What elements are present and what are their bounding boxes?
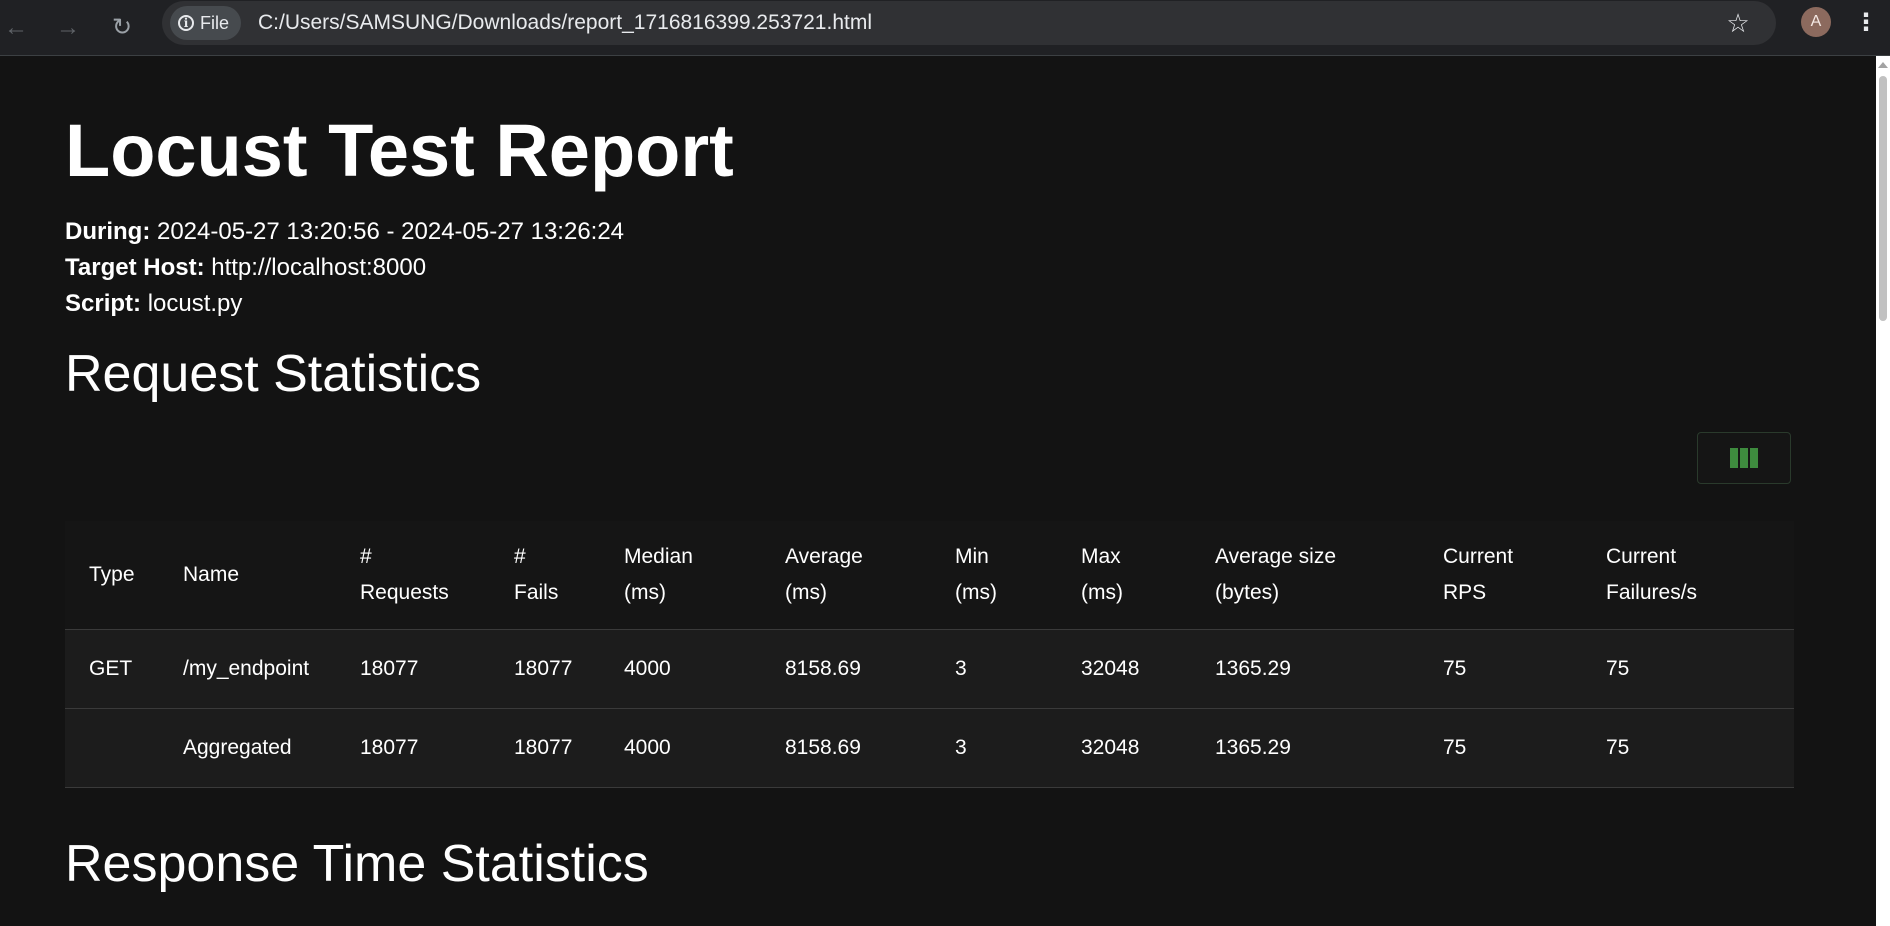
table-cell: 75 <box>1419 629 1582 709</box>
during-label: During: <box>65 218 151 245</box>
browser-toolbar: ← → ↻ i File C:/Users/SAMSUNG/Downloads/… <box>0 0 1890 56</box>
column-header[interactable]: Min (ms) <box>931 521 1057 630</box>
script-label: Script: <box>65 290 142 317</box>
column-header[interactable]: Average size (bytes) <box>1191 521 1419 630</box>
column-header-text: Fails <box>514 580 559 604</box>
page-scrollbar[interactable] <box>1876 56 1890 926</box>
profile-avatar[interactable]: A <box>1801 7 1831 37</box>
during-line: During: 2024-05-27 13:20:56 - 2024-05-27… <box>65 214 624 250</box>
column-header-text: Current <box>1443 544 1514 568</box>
column-header[interactable]: Median (ms) <box>600 521 761 630</box>
table-header-row: Type Name # Requests # Fails Median (ms) Average… <box>65 521 1794 630</box>
table-cell: 75 <box>1582 629 1794 709</box>
target-host-line: Target Host: http://localhost:8000 <box>65 250 624 286</box>
table-cell: 32048 <box>1057 629 1191 709</box>
table-cell: 8158.69 <box>761 708 931 788</box>
column-header-text: Failures/s <box>1606 580 1698 604</box>
page-title: Locust Test Report <box>65 109 734 192</box>
column-header-text: Name <box>183 562 240 586</box>
info-icon: i <box>178 15 194 31</box>
response-time-statistics-heading: Response Time Statistics <box>65 835 649 893</box>
column-header[interactable]: Type <box>65 521 159 630</box>
column-header-text: (ms) <box>1081 580 1123 604</box>
table-cell: 75 <box>1582 708 1794 788</box>
request-statistics-heading: Request Statistics <box>65 345 482 403</box>
script-line: Script: locust.py <box>65 286 624 322</box>
column-header[interactable]: Name <box>159 521 336 630</box>
table-body: GET/my_endpoint 18077 18077 4000 8158.69 3 320… <box>65 629 1794 788</box>
browser-menu-icon[interactable]: ⋮ <box>1854 6 1878 38</box>
table-cell: 3 <box>931 629 1057 709</box>
target-host-label: Target Host: <box>65 254 205 281</box>
reload-icon[interactable]: ↻ <box>102 8 142 48</box>
column-header[interactable]: # Requests <box>336 521 490 630</box>
column-header-text: # <box>360 544 372 568</box>
column-header[interactable]: Current RPS <box>1419 521 1582 630</box>
table-cell: 3 <box>931 708 1057 788</box>
address-bar[interactable]: i File C:/Users/SAMSUNG/Downloads/report… <box>162 1 1776 45</box>
scroll-up-arrow-icon[interactable] <box>1878 62 1888 68</box>
column-header-text: Max <box>1081 544 1121 568</box>
table-header: Type Name # Requests # Fails Median (ms) Average… <box>65 521 1794 630</box>
table-cell: 75 <box>1419 708 1582 788</box>
scroll-thumb[interactable] <box>1879 76 1887 321</box>
column-header-text: # <box>514 544 526 568</box>
column-header-text: Type <box>89 562 135 586</box>
column-header[interactable]: Max (ms) <box>1057 521 1191 630</box>
table-cell: 1365.29 <box>1191 708 1419 788</box>
table-cell: 18077 <box>490 629 600 709</box>
table-cell: 1365.29 <box>1191 629 1419 709</box>
table-cell <box>65 708 159 788</box>
table-cell: GET <box>65 629 159 709</box>
table-cell: 4000 <box>600 708 761 788</box>
table-cell: Aggregated <box>159 708 336 788</box>
column-header-text: (ms) <box>785 580 827 604</box>
table-cell: 18077 <box>336 708 490 788</box>
table-cell: 32048 <box>1057 708 1191 788</box>
bookmark-star-icon[interactable]: ☆ <box>1720 5 1756 41</box>
url-text[interactable]: C:/Users/SAMSUNG/Downloads/report_171681… <box>258 11 872 35</box>
script-value: locust.py <box>147 290 243 317</box>
column-header-text: Average <box>785 544 863 568</box>
site-info-chip[interactable]: i File <box>170 6 242 40</box>
column-toggle-button[interactable] <box>1697 432 1791 484</box>
table-cell: 18077 <box>490 708 600 788</box>
column-header-text: Average size <box>1215 544 1337 568</box>
column-header-text: (ms) <box>624 580 666 604</box>
column-header-text: Current <box>1606 544 1677 568</box>
request-statistics-table: Type Name # Requests # Fails Median (ms) Average… <box>65 521 1794 788</box>
report-meta: During: 2024-05-27 13:20:56 - 2024-05-27… <box>65 214 624 322</box>
target-host-value: http://localhost:8000 <box>211 254 427 281</box>
site-chip-label: File <box>200 12 230 33</box>
column-header-text: (bytes) <box>1215 580 1280 604</box>
column-header[interactable]: Current Failures/s <box>1582 521 1794 630</box>
columns-icon <box>1730 448 1758 468</box>
column-header-text: Requests <box>360 580 449 604</box>
table-cell: 18077 <box>336 629 490 709</box>
table-cell: 8158.69 <box>761 629 931 709</box>
column-header-text: (ms) <box>955 580 997 604</box>
table-cell: /my_endpoint <box>159 629 336 709</box>
column-header-text: Median <box>624 544 693 568</box>
table-cell: 4000 <box>600 629 761 709</box>
column-header[interactable]: Average (ms) <box>761 521 931 630</box>
during-value: 2024-05-27 13:20:56 - 2024-05-27 13:26:2… <box>156 218 625 245</box>
table-row: Aggregated 18077 18077 4000 8158.69 3 32048 136… <box>65 708 1794 788</box>
column-header-text: Min <box>955 544 989 568</box>
forward-arrow-icon[interactable]: → <box>48 8 88 48</box>
column-header[interactable]: # Fails <box>490 521 600 630</box>
table-row: GET/my_endpoint 18077 18077 4000 8158.69 3 320… <box>65 629 1794 709</box>
back-arrow-icon[interactable]: ← <box>0 8 36 48</box>
column-header-text: RPS <box>1443 580 1487 604</box>
